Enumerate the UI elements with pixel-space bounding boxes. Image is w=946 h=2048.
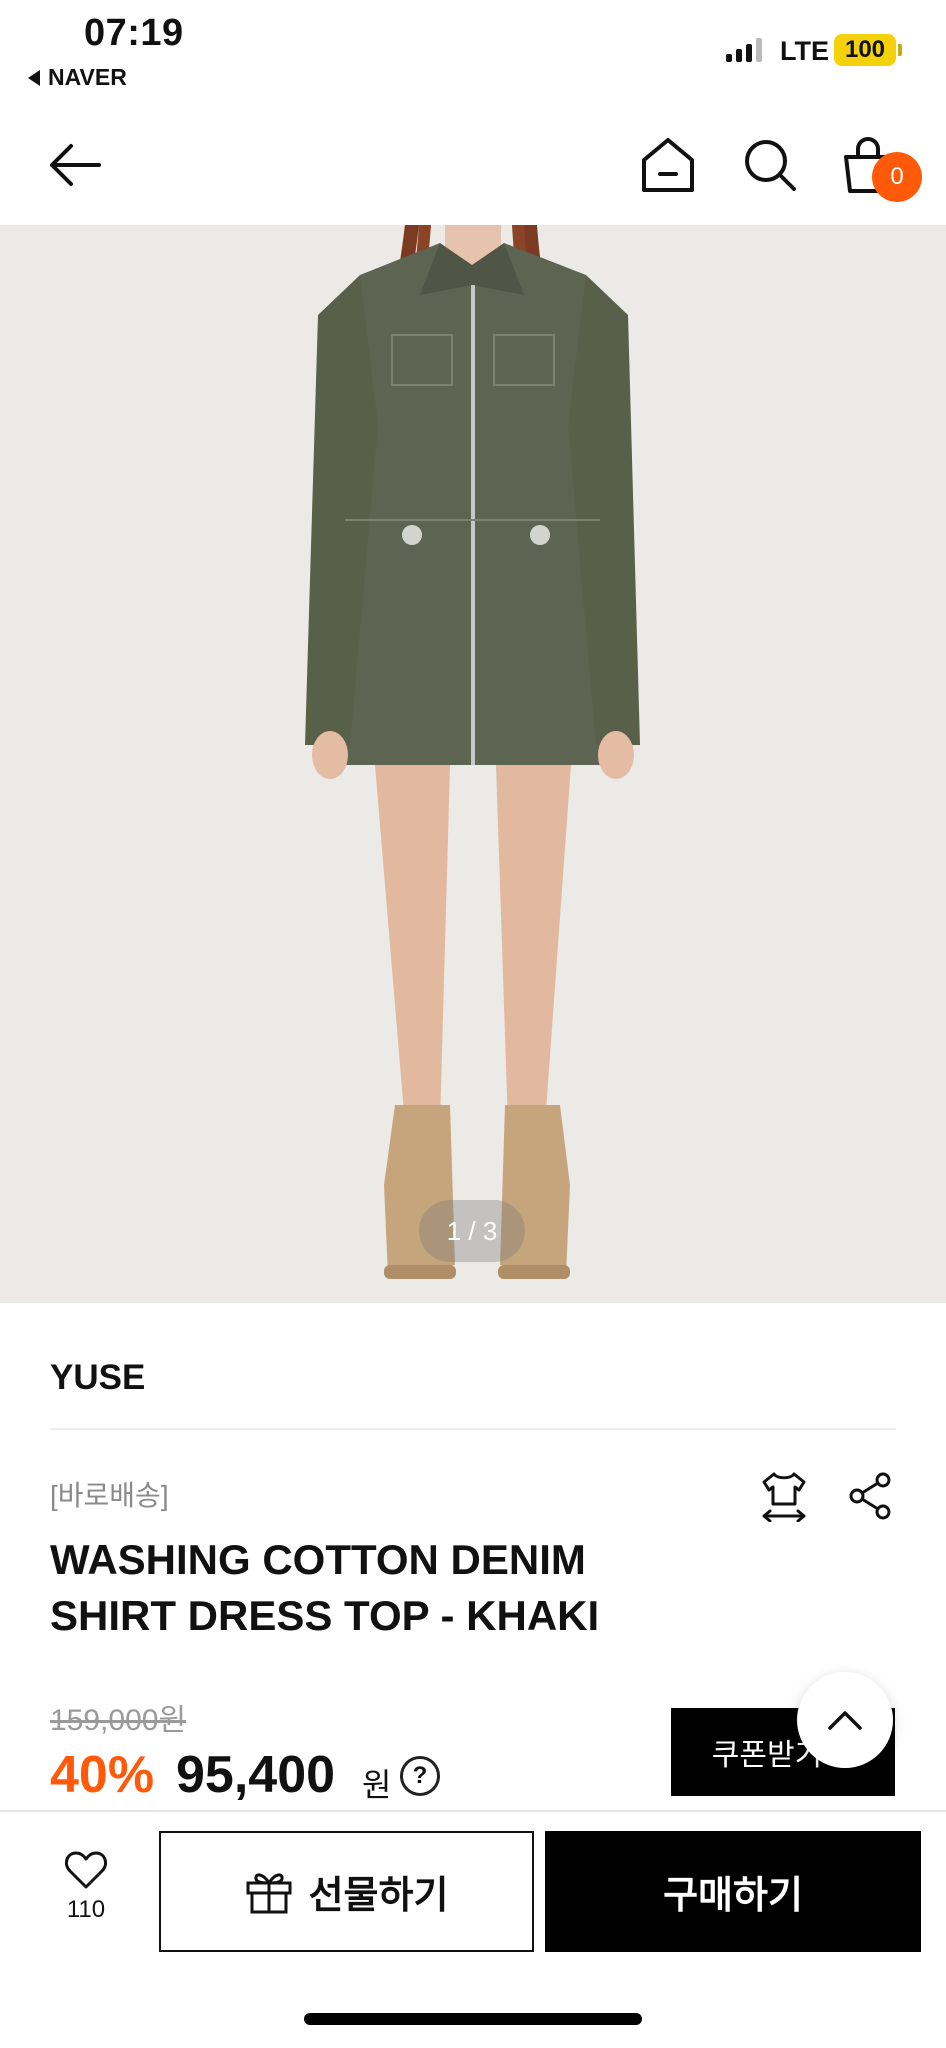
network-label: LTE [780,36,829,66]
like-count: 110 [66,1896,106,1923]
battery-icon: 100 [834,34,902,66]
heart-icon [64,1851,108,1889]
delivery-tag: [바로배송] [50,1480,169,1511]
chevron-up-icon [828,1711,862,1730]
top-nav [0,110,946,224]
size-guide-icon [762,1472,806,1522]
product-page: 07:19 NAVER LTE 100 0 1 / 3 YUSE [바로배송] … [0,0,946,2048]
brand-name[interactable]: YUSE [50,1358,145,1398]
gift-button[interactable]: 선물하기 [159,1831,534,1952]
original-price: 159,000원 [50,1704,187,1737]
scroll-to-top-button[interactable] [797,1672,893,1768]
home-button[interactable] [636,130,700,200]
product-title-line1: WASHING COTTON DENIM [50,1536,586,1583]
battery-level: 100 [844,36,886,63]
image-counter: 1 / 3 [419,1200,525,1262]
size-guide-button[interactable] [756,1468,812,1524]
back-triangle-icon [28,69,40,86]
sale-price: 95,400 [176,1746,336,1804]
home-indicator [304,2013,642,2025]
product-image[interactable] [0,225,946,1303]
share-icon [849,1472,891,1520]
search-icon [745,140,796,191]
buy-label: 구매하기 [663,1875,803,1917]
status-time: 07:19 [84,12,184,54]
search-button[interactable] [738,130,802,200]
back-to-app-link[interactable]: NAVER [28,64,127,91]
share-button[interactable] [842,1468,898,1524]
buy-button[interactable]: 구매하기 [545,1831,921,1952]
product-title-line2: SHIRT DRESS TOP - KHAKI [50,1592,600,1639]
divider [50,1428,896,1430]
gift-label: 선물하기 [308,1875,449,1917]
status-bar: 07:19 NAVER LTE 100 [0,0,946,105]
product-title: WASHING COTTON DENIM SHIRT DRESS TOP - K… [50,1532,750,1644]
product-photo [0,225,946,1303]
signal-icon [726,38,762,62]
gift-icon [246,1872,292,1913]
back-app-label: NAVER [48,64,127,90]
like-button[interactable]: 110 [44,1850,128,1924]
home-icon [642,138,694,192]
discount-rate: 40% [50,1746,155,1804]
cart-count-badge: 0 [872,152,922,202]
back-arrow-icon [50,144,101,186]
currency-unit: 원 [362,1767,392,1803]
price-help-icon[interactable]: ? [400,1756,440,1796]
back-button[interactable] [40,130,110,200]
